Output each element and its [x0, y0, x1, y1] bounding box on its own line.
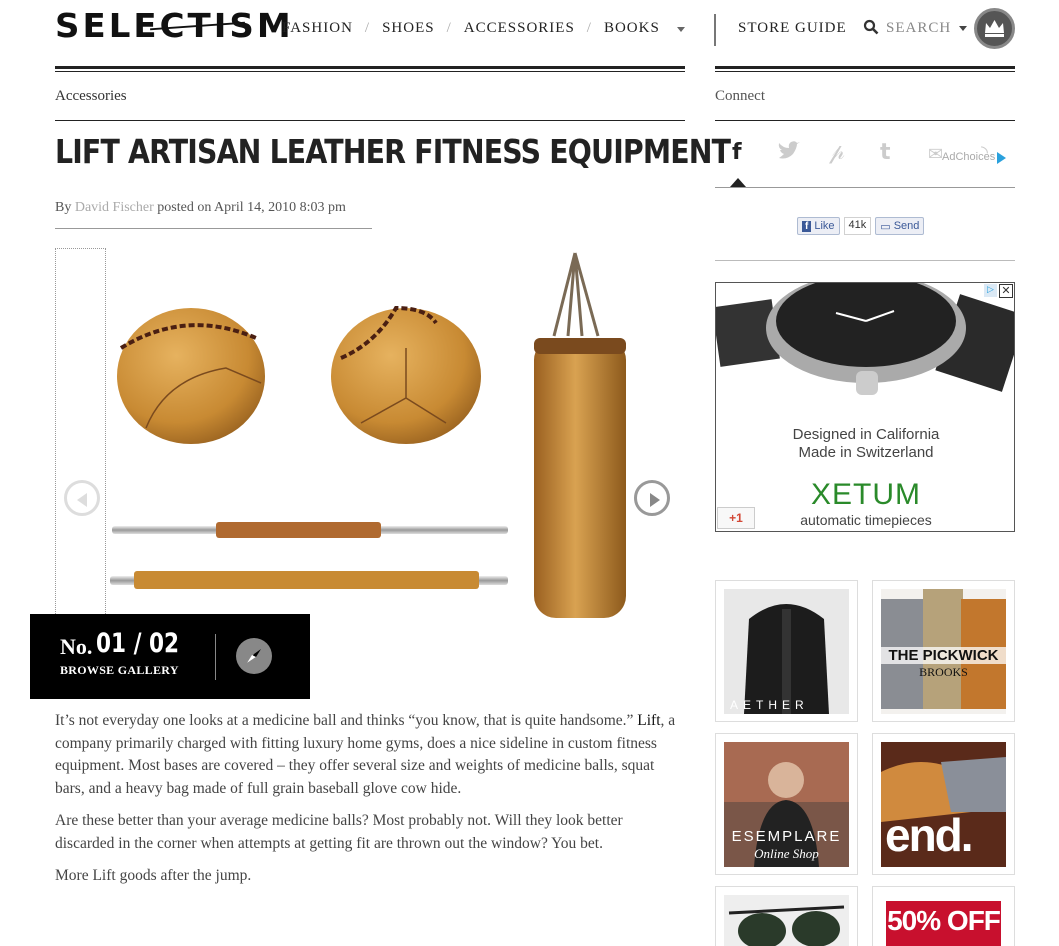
byline-rule — [55, 228, 372, 229]
watch-image — [716, 283, 1014, 395]
facebook-icon[interactable]: f — [732, 140, 742, 165]
ad-line-1: Designed in California — [792, 426, 940, 443]
ad-info-icon[interactable]: ▷ — [984, 284, 997, 297]
ad-line-2: Made in Switzerland — [798, 444, 934, 461]
search-toggle[interactable]: SEARCH — [886, 20, 951, 37]
pinterest-icon[interactable]: 𝓅 — [829, 140, 845, 165]
fb-like-button[interactable]: f Like — [797, 217, 840, 235]
sunglasses-image — [724, 895, 849, 946]
article-title: LIFT ARTISAN LEATHER FITNESS EQUIPMENT — [55, 132, 731, 171]
gallery-prev-thumb-frame[interactable] — [55, 248, 106, 618]
pickwick-label: THE PICKWICK — [881, 647, 1006, 664]
ad-brand: XETUM — [811, 478, 921, 511]
byline: By David Fischer posted on April 14, 201… — [55, 200, 346, 216]
mail-icon[interactable]: ✉ — [928, 144, 943, 165]
esemplare-label: ESEMPLARE — [731, 828, 842, 845]
nav-more-caret-icon[interactable] — [677, 27, 685, 32]
tumblr-icon[interactable]: t — [880, 140, 891, 165]
article-paragraph-1: It’s not everyday one looks at a medicin… — [55, 710, 685, 800]
header-rule-left-thin — [55, 71, 685, 72]
adchoices-icon[interactable] — [997, 152, 1006, 164]
nav-item-books[interactable]: BOOKS — [604, 20, 660, 37]
store-guide-link[interactable]: STORE GUIDE — [738, 20, 847, 37]
brooks-label: BROOKS — [919, 665, 968, 679]
fb-rule — [715, 260, 1015, 261]
shop-tile-brooks[interactable]: THE PICKWICK BROOKS — [872, 580, 1015, 722]
aether-image: AETHER — [724, 589, 849, 714]
gallery-next-button[interactable] — [634, 480, 670, 516]
brooks-image: THE PICKWICK BROOKS — [881, 589, 1006, 714]
main-nav: FASHION / SHOES / ACCESSORIES / BOOKS — [282, 20, 660, 37]
crown-icon[interactable] — [974, 8, 1015, 49]
shop-tile-sale[interactable]: 50% OFF — [872, 886, 1015, 946]
p1-text-start: It’s not everyday one looks at a medicin… — [55, 712, 634, 729]
sidebar-heading-connect: Connect — [715, 88, 765, 104]
sale-image: 50% OFF — [881, 895, 1006, 946]
nav-divider — [714, 14, 716, 46]
fb-like-label: Like — [814, 220, 835, 232]
arrow-right-icon — [650, 493, 660, 507]
search-caret-icon[interactable] — [959, 26, 967, 31]
counter-number: 01 / 02 — [96, 628, 180, 659]
nav-separator: / — [446, 20, 452, 36]
header-rule-right-thin — [715, 71, 1015, 72]
twitter-icon[interactable] — [777, 140, 801, 162]
nav-separator: / — [364, 20, 371, 36]
google-plus-one-button[interactable]: +1 — [717, 507, 755, 529]
search-icon[interactable] — [863, 19, 879, 35]
adchoices-link[interactable]: AdChoices — [942, 151, 995, 163]
aether-label: AETHER — [730, 698, 809, 712]
sale-label: 50% OFF — [887, 905, 1001, 936]
arrow-left-icon — [77, 493, 87, 507]
fb-send-button[interactable]: ▭ Send — [875, 217, 925, 235]
facebook-like-widget: f Like 41k ▭ Send — [797, 217, 925, 235]
article-paragraph-2: Are these better than your average medic… — [55, 812, 623, 852]
fb-like-count: 41k — [843, 217, 872, 235]
nav-item-accessories[interactable]: ACCESSORIES — [464, 20, 575, 37]
esemplare-image: ESEMPLARE Online Shop — [724, 742, 849, 867]
compass-icon[interactable] — [236, 638, 272, 674]
author-link[interactable]: David Fischer — [75, 200, 154, 215]
shop-tile-sunglasses[interactable] — [715, 886, 858, 946]
breadcrumb[interactable]: Accessories — [55, 88, 127, 105]
ad-close-button[interactable]: ✕ — [999, 284, 1013, 298]
end-image: end. — [881, 742, 1006, 867]
lift-link[interactable]: Lift — [637, 712, 660, 729]
header-rule-left — [55, 66, 685, 69]
shop-tile-esemplare[interactable]: ESEMPLARE Online Shop — [715, 733, 858, 875]
counter-divider — [215, 634, 216, 680]
header-rule-right — [715, 66, 1015, 69]
shop-tile-aether[interactable]: AETHER — [715, 580, 858, 722]
byline-by: By — [55, 200, 72, 215]
article-paragraph-3: More Lift goods after the jump. — [55, 867, 252, 884]
nav-separator: / — [586, 20, 592, 36]
ad-tagline: automatic timepieces — [800, 512, 932, 528]
social-rule — [715, 187, 1015, 188]
browse-gallery-link[interactable]: BROWSE GALLERY — [60, 663, 179, 678]
active-tab-pointer — [730, 178, 746, 187]
gallery-counter: No. 01 / 02 BROWSE GALLERY — [30, 614, 310, 699]
counter-no-label: No. — [60, 634, 93, 659]
end-label: end. — [885, 809, 974, 861]
online-shop-label: Online Shop — [754, 846, 819, 861]
byline-date: posted on April 14, 2010 8:03 pm — [157, 200, 346, 215]
sidebar-heading-rule — [715, 120, 1015, 121]
facebook-icon: f — [802, 220, 812, 232]
article-body: It’s not everyday one looks at a medicin… — [55, 710, 685, 898]
fb-send-label: Send — [893, 220, 920, 232]
speech-bubble-icon: ▭ — [880, 220, 891, 233]
breadcrumb-rule — [55, 120, 685, 121]
xetum-ad[interactable]: ▷ ✕ Designed in California Made in Switz… — [715, 282, 1015, 532]
shop-tile-end[interactable]: end. — [872, 733, 1015, 875]
nav-item-shoes[interactable]: SHOES — [382, 20, 435, 37]
gallery-prev-button[interactable] — [64, 480, 100, 516]
nav-item-fashion[interactable]: FASHION — [282, 20, 353, 37]
gallery-image — [110, 252, 626, 618]
